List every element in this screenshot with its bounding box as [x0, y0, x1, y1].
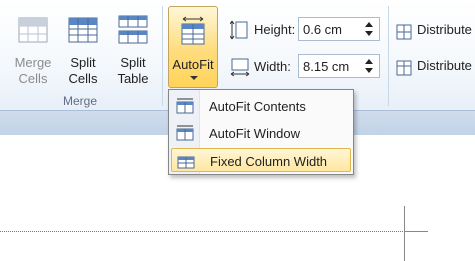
- spin-up-icon[interactable]: [365, 22, 373, 27]
- merge-cells-button[interactable]: Merge Cells: [10, 8, 56, 88]
- autofit-menu: AutoFit Contents AutoFit Window Fixed Co…: [168, 89, 354, 175]
- height-value[interactable]: 0.6 cm: [303, 22, 342, 37]
- height-label: Height:: [254, 22, 296, 37]
- width-stepper[interactable]: 8.15 cm: [298, 54, 380, 78]
- spin-up-icon[interactable]: [365, 59, 373, 64]
- spin-down-icon[interactable]: [365, 31, 373, 36]
- spin-down-icon[interactable]: [365, 68, 373, 73]
- menu-item-autofit-window[interactable]: AutoFit Window: [171, 121, 351, 145]
- menu-item-fixed-column-width[interactable]: Fixed Column Width: [171, 148, 351, 172]
- autofit-contents-icon: [176, 98, 194, 114]
- margin-marker: [404, 206, 405, 261]
- split-cells-button[interactable]: Split Cells: [60, 8, 106, 88]
- autofit-button[interactable]: AutoFit: [168, 6, 218, 88]
- distribute-rows-icon: [396, 24, 412, 40]
- menu-item-autofit-contents[interactable]: AutoFit Contents: [171, 94, 351, 118]
- menu-item-label: Fixed Column Width: [210, 154, 328, 169]
- width-label: Width:: [254, 59, 291, 74]
- column-width-icon: [230, 58, 250, 77]
- autofit-window-icon: [176, 125, 194, 141]
- menu-item-label: AutoFit Contents: [209, 99, 306, 114]
- menu-item-label: AutoFit Window: [209, 126, 301, 141]
- group-divider: [162, 6, 163, 106]
- autofit-icon: [181, 16, 205, 45]
- merge-cells-icon: [18, 17, 48, 43]
- height-stepper[interactable]: 0.6 cm: [298, 17, 380, 41]
- row-height-icon: [230, 20, 248, 40]
- distribute-columns-icon: [396, 60, 412, 76]
- split-table-icon: [118, 15, 148, 44]
- width-value[interactable]: 8.15 cm: [303, 59, 349, 74]
- autofit-label: AutoFit: [172, 57, 214, 72]
- margin-marker: [404, 231, 428, 232]
- distribute-rows-label: Distribute: [417, 22, 472, 37]
- split-cells-icon: [68, 17, 98, 43]
- merge-group-label: Merge: [63, 94, 98, 108]
- chevron-down-icon: [190, 76, 198, 80]
- merge-cells-label: Merge Cells: [14, 55, 52, 86]
- distribute-columns-label: Distribute: [417, 58, 472, 73]
- split-cells-label: Split Cells: [68, 55, 98, 86]
- table-gridline: [0, 231, 405, 232]
- group-divider: [388, 6, 389, 106]
- fixed-column-width-icon: [177, 156, 195, 169]
- split-table-label: Split Table: [117, 55, 149, 86]
- split-table-button[interactable]: Split Table: [110, 8, 156, 88]
